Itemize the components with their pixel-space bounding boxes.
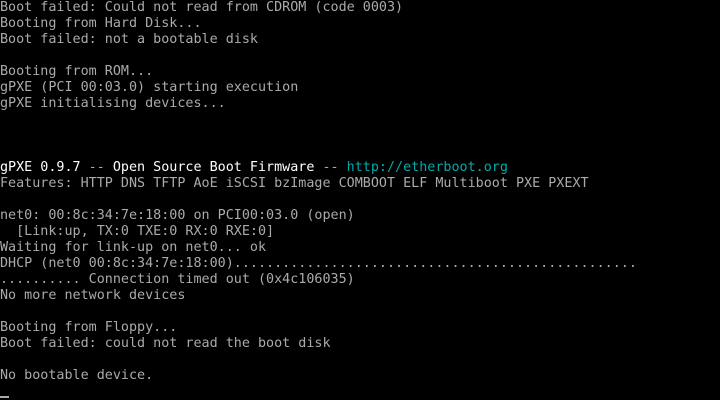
banner-description: Open Source Boot Firmware bbox=[112, 160, 315, 175]
console-line: [Link:up, TX:0 TXE:0 RX:0 RXE:0] bbox=[0, 224, 275, 239]
console-line: Boot failed: Could not read from CDROM (… bbox=[0, 0, 404, 15]
gpxe-banner: gPXE 0.9.7 -- Open Source Boot Firmware … bbox=[0, 160, 720, 176]
bios-console: Boot failed: Could not read from CDROM (… bbox=[0, 0, 720, 400]
etherboot-link[interactable]: http://etherboot.org bbox=[347, 160, 508, 175]
banner-separator: -- bbox=[314, 160, 347, 175]
console-line: DHCP (net0 00:8c:34:7e:18:00)...........… bbox=[0, 256, 637, 271]
console-line: Boot failed: not a bootable disk bbox=[0, 32, 258, 47]
console-line: net0: 00:8c:34:7e:18:00 on PCI00:03.0 (o… bbox=[0, 208, 355, 223]
console-line: Waiting for link-up on net0... ok bbox=[0, 240, 267, 255]
console-line: Booting from Floppy... bbox=[0, 320, 178, 335]
console-line: gPXE (PCI 00:03.0) starting execution bbox=[0, 80, 299, 95]
features-line: Features: HTTP DNS TFTP AoE iSCSI bzImag… bbox=[0, 176, 589, 191]
console-line: Booting from Hard Disk... bbox=[0, 16, 202, 31]
banner-separator: -- bbox=[80, 160, 113, 175]
error-message: No bootable device. bbox=[0, 368, 154, 383]
console-line: gPXE initialising devices... bbox=[0, 96, 226, 111]
gpxe-version: gPXE 0.9.7 bbox=[0, 160, 81, 175]
console-line: Boot failed: could not read the boot dis… bbox=[0, 336, 331, 351]
console-line: No more network devices bbox=[0, 288, 186, 303]
console-line: Booting from ROM... bbox=[0, 64, 154, 79]
text-cursor bbox=[0, 396, 9, 398]
console-line: .......... Connection timed out (0x4c106… bbox=[0, 272, 355, 287]
